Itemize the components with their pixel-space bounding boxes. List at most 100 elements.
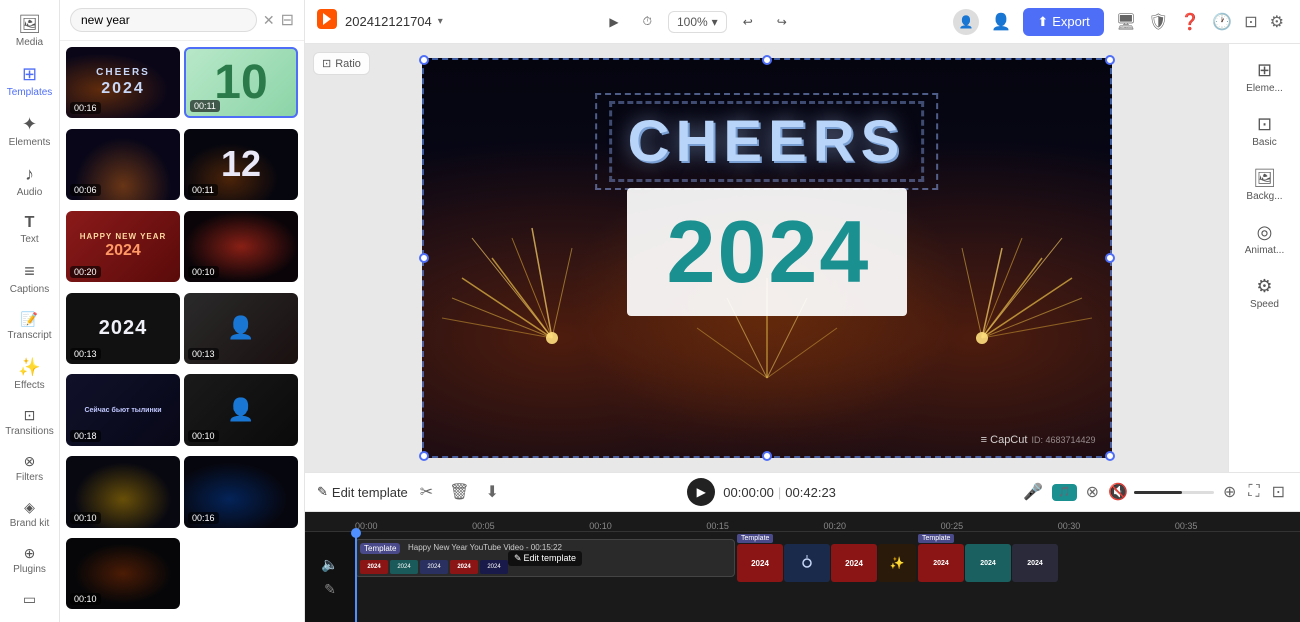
- timeline-cut-button[interactable]: ✂: [416, 478, 437, 506]
- top-toolbar: 202412121704 ▾ ▶ ⏱ 100% ▾ ↩ ↪ 👤 👤 ⬆ Expo…: [305, 0, 1300, 44]
- canvas-and-panel: ⊡ Ratio: [305, 44, 1300, 472]
- edit-track-button[interactable]: ✎: [324, 581, 336, 598]
- layout-button[interactable]: ⊡: [1240, 8, 1261, 36]
- sidebar-label-effects: Effects: [14, 380, 44, 391]
- voice-button[interactable]: 🎵: [1052, 484, 1076, 501]
- template-thumb-5[interactable]: HAPPY NEW YEAR 2024 00:20: [66, 211, 180, 282]
- clip-row-2: 2024 2024 ✨: [737, 544, 916, 582]
- captions-icon: ≡: [24, 261, 35, 282]
- add-time-button[interactable]: ⊕: [1220, 479, 1239, 505]
- right-panel-background[interactable]: 🖼 Backg...: [1233, 160, 1297, 210]
- ruler-mark-7: 00:35: [1175, 521, 1292, 531]
- sidebar-item-audio[interactable]: ♪ Audio: [4, 158, 56, 204]
- ratio-button[interactable]: ⊡ Ratio: [313, 52, 370, 75]
- templates-icon: ⊞: [22, 64, 37, 85]
- clock-button[interactable]: 🕐: [1208, 8, 1236, 36]
- project-dropdown-arrow[interactable]: ▾: [438, 16, 443, 27]
- sidebar-item-filters[interactable]: ⊗ Filters: [4, 447, 56, 489]
- shield-button[interactable]: 🛡: [1144, 8, 1172, 36]
- cheers-selection-box[interactable]: CHEERS: [595, 93, 939, 190]
- template-thumb-1[interactable]: CHEERS 2024 00:16: [66, 47, 180, 118]
- mute-track-button[interactable]: 🔈: [321, 556, 338, 573]
- right-panel-elements[interactable]: ⊞ Eleme...: [1233, 52, 1297, 102]
- project-title: 202412121704: [345, 14, 432, 29]
- play-timeline-button[interactable]: ▶: [687, 478, 715, 506]
- brand-kit-icon: ◈: [24, 499, 35, 516]
- right-panel-speed[interactable]: ⚙ Speed: [1233, 268, 1297, 318]
- clip-2024-red-3[interactable]: 2024: [918, 544, 964, 582]
- export-icon: ⬆: [1037, 14, 1048, 30]
- template-thumb-8[interactable]: 👤 00:13: [184, 293, 298, 364]
- share-button[interactable]: 👤: [987, 8, 1015, 36]
- template-thumb-3[interactable]: 00:06: [66, 129, 180, 200]
- avatar: 👤: [953, 9, 979, 35]
- sidebar-item-effects[interactable]: ✨ Effects: [4, 351, 56, 397]
- template-thumb-12[interactable]: 00:16: [184, 456, 298, 527]
- sidebar-label-templates: Templates: [7, 87, 53, 98]
- volume-slider[interactable]: [1134, 491, 1214, 494]
- search-input[interactable]: [70, 8, 257, 32]
- sidebar-item-templates[interactable]: ⊞ Templates: [4, 58, 56, 104]
- clip-2024-gray-1[interactable]: 2024: [1012, 544, 1058, 582]
- template-thumb-6[interactable]: 00:10: [184, 211, 298, 282]
- track-controls: 🔈 ✎: [305, 532, 355, 622]
- right-panel-basic[interactable]: ⊡ Basic: [1233, 106, 1297, 156]
- split-button[interactable]: ⊗: [1083, 479, 1102, 505]
- sidebar-item-plugins[interactable]: ⊕ Plugins: [4, 539, 56, 581]
- export-button[interactable]: ⬆ Export: [1023, 8, 1103, 36]
- sidebar-item-media[interactable]: 🖼 Media: [4, 8, 56, 54]
- template-thumb-7[interactable]: 2024 00:13: [66, 293, 180, 364]
- timer-button[interactable]: ⏱: [635, 10, 660, 33]
- playhead[interactable]: [355, 532, 357, 622]
- right-panel: ⊞ Eleme... ⊡ Basic 🖼 Backg... ◎ Animat..…: [1228, 44, 1300, 472]
- sidebar-item-subtitles[interactable]: ▭: [4, 585, 56, 614]
- timeline-settings-button[interactable]: ⊡: [1269, 479, 1288, 505]
- clip-2024-dark-1[interactable]: [784, 544, 830, 582]
- template-thumb-4[interactable]: 12 00:11: [184, 129, 298, 200]
- clip-firework-1[interactable]: ✨: [878, 544, 916, 582]
- sidebar-item-brand-kit[interactable]: ◈ Brand kit: [4, 493, 56, 535]
- cast-button[interactable]: 🖥: [1112, 8, 1140, 36]
- ruler-mark-3: 00:15: [706, 521, 823, 531]
- template-thumb-2[interactable]: 10 00:11: [184, 47, 298, 118]
- subtitles-icon: ▭: [23, 591, 36, 608]
- redo-button[interactable]: ↪: [769, 11, 795, 33]
- fullscreen-button[interactable]: ⛶: [1245, 480, 1262, 504]
- capcut-watermark: ≡ CapCut ID: 4683714429: [981, 434, 1096, 446]
- ruler-mark-1: 00:05: [472, 521, 589, 531]
- microphone-button[interactable]: 🎤: [1020, 479, 1046, 505]
- template-thumb-9[interactable]: Сейчас бьют тылинки 00:18: [66, 374, 180, 445]
- duration-1: 00:16: [70, 102, 101, 114]
- right-panel-animation-label: Animat...: [1245, 245, 1284, 256]
- zoom-control[interactable]: 100% ▾: [668, 11, 727, 33]
- help-button[interactable]: ❓: [1176, 8, 1204, 36]
- sidebar-item-transcript[interactable]: 📝 Transcript: [4, 305, 56, 347]
- edit-template-button[interactable]: ✎ Edit template: [317, 484, 408, 500]
- sidebar-item-captions[interactable]: ≡ Captions: [4, 255, 56, 301]
- template-thumb-13[interactable]: 00:10: [66, 538, 180, 609]
- sidebar-item-transitions[interactable]: ⊡ Transitions: [4, 401, 56, 443]
- clip-2024-teal-1[interactable]: 2024: [965, 544, 1011, 582]
- right-panel-animation[interactable]: ◎ Animat...: [1233, 214, 1297, 264]
- main-clip[interactable]: Template Happy New Year YouTube Video - …: [355, 539, 735, 577]
- watermark-text: ≡ CapCut: [981, 434, 1028, 446]
- year-box[interactable]: 2024: [627, 188, 907, 316]
- template-thumb-10[interactable]: 👤 00:10: [184, 374, 298, 445]
- clip-2024-red-2[interactable]: 2024: [831, 544, 877, 582]
- search-clear-button[interactable]: ✕: [263, 12, 275, 29]
- undo-button[interactable]: ↩: [735, 11, 761, 33]
- settings-button[interactable]: ⚙: [1266, 8, 1288, 36]
- template-thumb-11[interactable]: 00:10: [66, 456, 180, 527]
- search-filter-button[interactable]: ⊟: [281, 10, 294, 30]
- clip-edit-button[interactable]: ✎ Edit template: [508, 551, 582, 566]
- timeline-delete-button[interactable]: 🗑: [445, 478, 473, 506]
- clip-2024-red-1[interactable]: 2024: [737, 544, 783, 582]
- play-button[interactable]: ▶: [601, 11, 626, 33]
- sidebar-label-captions: Captions: [10, 284, 49, 295]
- timeline-download-button[interactable]: ⬇: [482, 478, 503, 506]
- duration-3: 00:06: [70, 184, 101, 196]
- sidebar-item-elements[interactable]: ✦ Elements: [4, 108, 56, 154]
- right-panel-speed-label: Speed: [1250, 299, 1279, 310]
- volume-icon: 🔇: [1108, 482, 1128, 502]
- sidebar-item-text[interactable]: T Text: [4, 208, 56, 251]
